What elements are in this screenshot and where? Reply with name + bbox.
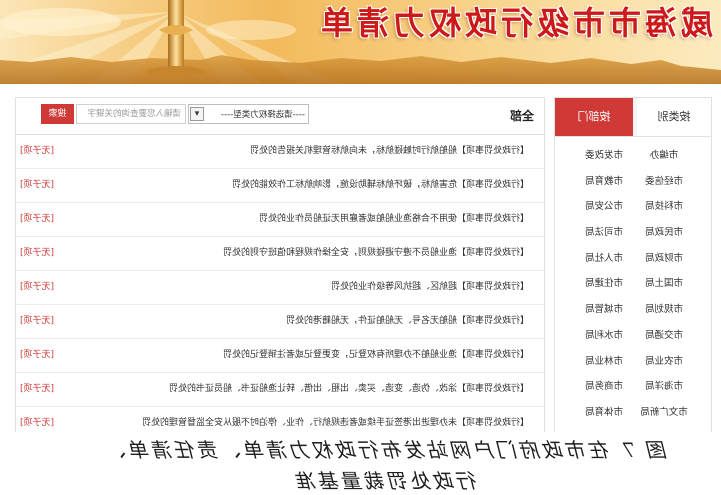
department-item[interactable]: 市教育局 — [574, 169, 634, 195]
item-subitem-status: [无子项] — [20, 146, 55, 156]
item-subitem-status: [无子项] — [20, 316, 55, 326]
sidebar-tabs: 按类别 按部门 — [555, 98, 711, 137]
department-item[interactable]: 市国土局 — [634, 271, 694, 297]
cloud — [1, 8, 121, 36]
department-list: 市编办 市发改委 市经信委 市教育局 市科技局 市公安局 市民政局 市司法局 市… — [555, 143, 694, 426]
list-item[interactable]: 【行政处罚事项】涂改、伪造、变造、买卖、出租、出借、转让渔船证书、船员证书的处罚… — [16, 373, 544, 407]
item-subitem-status: [无子项] — [20, 180, 55, 190]
item-title[interactable]: 【行政处罚事项】使用不合格渔业船舶或者雇用无证船员作业的处罚 — [259, 203, 529, 236]
department-item[interactable]: 市水利局 — [574, 323, 634, 349]
department-item[interactable]: 市公安局 — [574, 194, 634, 220]
department-item[interactable]: 市林业局 — [574, 349, 634, 375]
department-item[interactable]: 市司法局 — [574, 220, 634, 246]
page: 威海市市级行政权力清单 按类别 按部门 市编办 市发改委 市经信委 市教育局 市… — [0, 0, 721, 495]
power-type-select[interactable]: ----请选择权力类型---- ▾ — [188, 104, 309, 124]
department-item[interactable]: 市编办 — [634, 143, 694, 169]
item-title[interactable]: 【行政处罚事项】船舶航行时触碰航标，未向航标管理机关报告的处罚 — [250, 135, 529, 168]
tab-by-department[interactable]: 按部门 — [555, 98, 633, 136]
list-item[interactable]: 【行政处罚事项】使用不合格渔业船舶或者雇用无证船员作业的处罚 [无子项] — [16, 203, 544, 237]
item-title[interactable]: 【行政处罚事项】渔业船员不遵守避碰规则，安全操作规程和值班守则的处罚 — [223, 237, 529, 270]
panel-title: 全部 — [509, 109, 534, 123]
power-list-panel: 全部 ----请选择权力类型---- ▾ 搜索 【行政处罚事项】船舶航行时触碰航… — [15, 97, 545, 439]
department-item[interactable]: 市海洋局 — [634, 374, 694, 400]
site-banner: 威海市市级行政权力清单 — [0, 0, 721, 84]
department-item[interactable]: 市文广新局 — [634, 400, 694, 426]
department-item[interactable]: 市体育局 — [574, 400, 634, 426]
department-item[interactable]: 市商务局 — [574, 374, 634, 400]
list-item[interactable]: 【行政处罚事项】超航区、超抗风等级作业的处罚 [无子项] — [16, 271, 544, 305]
item-subitem-status: [无子项] — [20, 384, 55, 394]
list-item[interactable]: 【行政处罚事项】船舶航行时触碰航标，未向航标管理机关报告的处罚 [无子项] — [16, 135, 544, 169]
caption-line-1: 图 7 在市政府门户网站发布行政权力清单、责任清单、 — [104, 438, 668, 462]
search-input[interactable] — [76, 104, 186, 124]
department-item[interactable]: 市民政局 — [634, 220, 694, 246]
caption-line-2: 行政处罚裁量基准 — [294, 469, 478, 493]
list-item[interactable]: 【行政处罚事项】危害航标，破坏航标辅助设施，影响航标工作效能的处罚 [无子项] — [16, 169, 544, 203]
panel-header: 全部 ----请选择权力类型---- ▾ 搜索 — [16, 98, 544, 135]
sidebar: 按类别 按部门 市编办 市发改委 市经信委 市教育局 市科技局 市公安局 市民政… — [554, 97, 712, 439]
item-title[interactable]: 【行政处罚事项】危害航标，破坏航标辅助设施，影响航标工作效能的处罚 — [232, 169, 529, 202]
item-subitem-status: [无子项] — [20, 248, 55, 258]
department-item[interactable]: 市农业局 — [634, 349, 694, 375]
department-item[interactable]: 市规划局 — [634, 297, 694, 323]
banner-title: 威海市市级行政权力清单 — [316, 4, 713, 42]
department-item[interactable]: 市财政局 — [634, 246, 694, 272]
list-item[interactable]: 【行政处罚事项】渔业船员不遵守避碰规则，安全操作规程和值班守则的处罚 [无子项] — [16, 237, 544, 271]
figure-caption: 图 7 在市政府门户网站发布行政权力清单、责任清单、 行政处罚裁量基准 — [0, 432, 721, 495]
item-title[interactable]: 【行政处罚事项】超航区、超抗风等级作业的处罚 — [331, 271, 529, 304]
tab-by-category[interactable]: 按类别 — [637, 98, 711, 136]
department-item[interactable]: 市科技局 — [634, 194, 694, 220]
list-item[interactable]: 【行政处罚事项】船舶无名号、无船舶证件，无船籍港的处罚 [无子项] — [16, 305, 544, 339]
item-title[interactable]: 【行政处罚事项】涂改、伪造、变造、买卖、出租、出借、转让渔船证书、船员证书的处罚 — [169, 373, 529, 406]
monument-base — [146, 66, 206, 78]
power-type-select-value: ----请选择权力类型---- — [220, 110, 305, 120]
department-item[interactable]: 市交通局 — [634, 323, 694, 349]
item-subitem-status: [无子项] — [20, 282, 55, 292]
item-subitem-status: [无子项] — [20, 214, 55, 224]
search-button[interactable]: 搜索 — [41, 104, 74, 124]
chevron-down-icon[interactable]: ▾ — [190, 107, 204, 121]
item-subitem-status: [无子项] — [20, 350, 55, 360]
list-item[interactable]: 【行政处罚事项】渔业船舶不办理所有权登记，变更登记或者注销登记的处罚 [无子项] — [16, 339, 544, 373]
cloud — [206, 20, 296, 40]
department-item[interactable]: 市经信委 — [634, 169, 694, 195]
department-item[interactable]: 市住建局 — [574, 271, 634, 297]
city-skyline — [0, 55, 721, 84]
item-title[interactable]: 【行政处罚事项】渔业船舶不办理所有权登记，变更登记或者注销登记的处罚 — [223, 339, 529, 372]
department-item[interactable]: 市人社局 — [574, 246, 634, 272]
item-title[interactable]: 【行政处罚事项】船舶无名号、无船舶证件，无船籍港的处罚 — [286, 305, 529, 338]
department-item[interactable]: 市城管局 — [574, 297, 634, 323]
department-item[interactable]: 市发改委 — [574, 143, 634, 169]
